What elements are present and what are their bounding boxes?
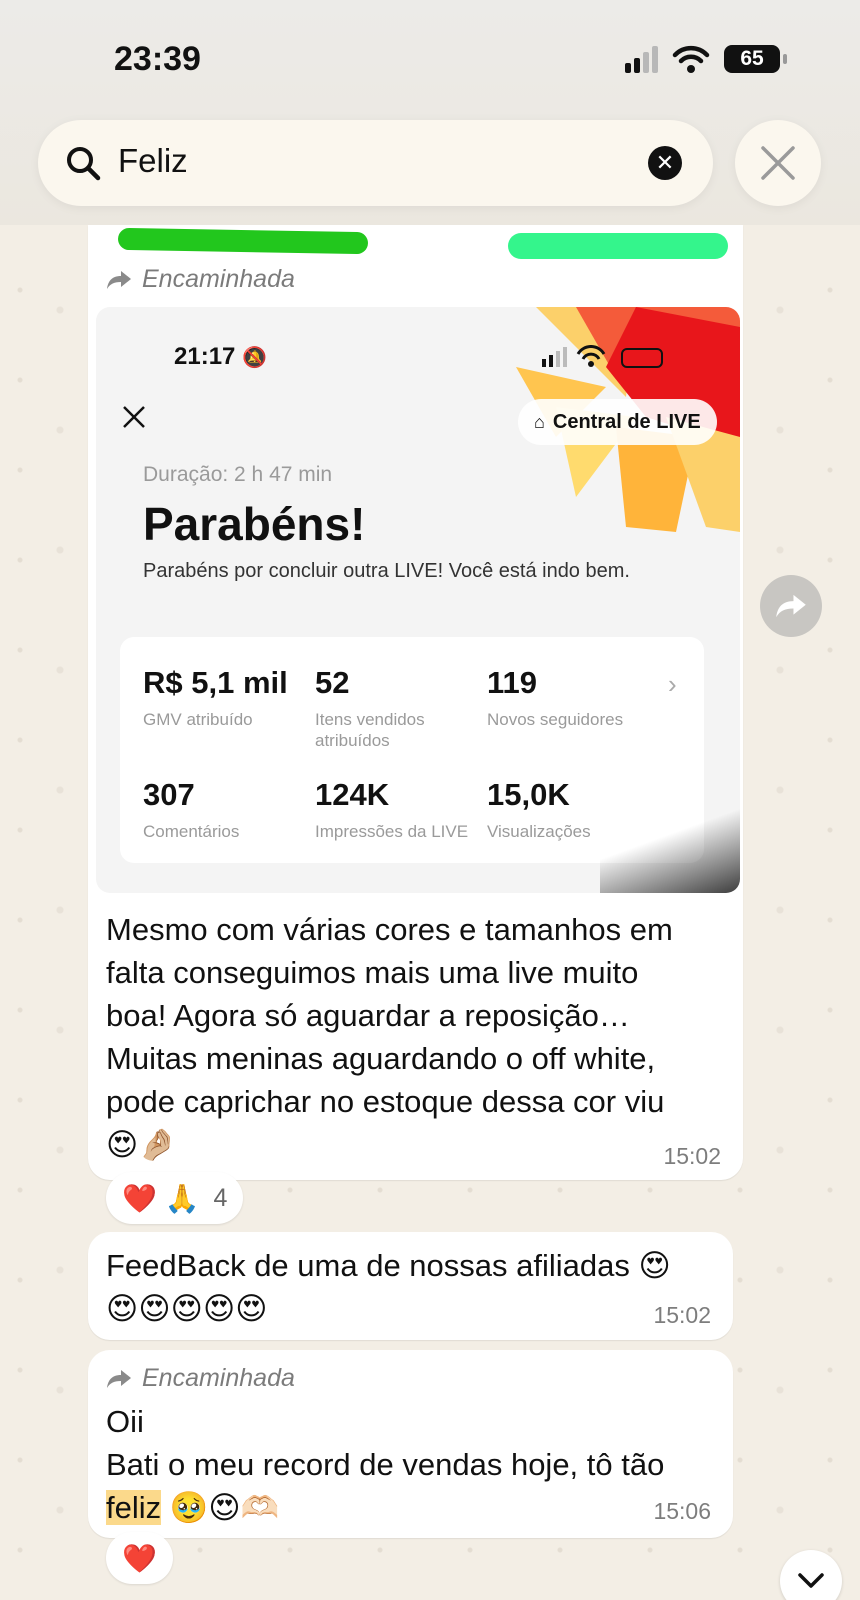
stat-gmv: R$ 5,1 mil GMV atribuído — [143, 665, 288, 729]
clear-search-icon[interactable]: ✕ — [648, 146, 682, 180]
home-icon: ⌂ — [534, 411, 545, 432]
search-input[interactable]: Feliz ✕ — [38, 120, 713, 206]
live-duration: Duração: 2 h 47 min — [143, 463, 333, 486]
stat-comments: 307 Comentários — [143, 777, 240, 841]
mute-icon: 🔕 — [242, 347, 267, 369]
close-search-button[interactable] — [735, 120, 821, 206]
message-line-3: feliz 🥹😍🫶🏻 — [106, 1486, 279, 1529]
stat-new-followers: 119 Novos seguidores — [487, 665, 624, 729]
battery-icon: 65 — [724, 45, 787, 73]
search-query: Feliz — [118, 142, 188, 179]
chevron-down-icon — [798, 1573, 824, 1588]
forwarded-label: Encaminhada — [106, 1364, 295, 1393]
message-line-2: Bati o meu record de vendas hoje, tô tão — [106, 1447, 665, 1482]
message-line-1: Oii — [106, 1404, 144, 1439]
message-bubble[interactable]: Encaminhada Oii Bati o meu record de ven… — [88, 1350, 733, 1538]
forwarded-text: Encaminhada — [142, 265, 295, 293]
image-bottom-shadow — [600, 803, 740, 893]
close-icon — [761, 146, 795, 180]
message-text: Mesmo com várias cores e tamanhos em fal… — [106, 908, 736, 1166]
stat-views: 15,0K Visualizações — [487, 777, 591, 841]
message-emojis: 😍😍😍😍😍 — [106, 1291, 268, 1326]
stat-impressions: 124K Impressões da LIVE — [315, 777, 469, 841]
shot-close-icon — [123, 406, 145, 428]
forwarded-text: Encaminhada — [142, 1364, 295, 1392]
forward-button[interactable] — [760, 575, 822, 637]
search-icon — [67, 147, 101, 181]
message-time: 15:06 — [653, 1498, 711, 1524]
message-bubble[interactable]: Encaminhada 21:17 🔕 ⌂ Central de LIVE Du… — [88, 225, 743, 1180]
reaction-count: 4 — [213, 1183, 228, 1212]
message-bubble[interactable]: FeedBack de uma de nossas afiliadas 😍 😍😍… — [88, 1232, 733, 1340]
reaction-emojis: ❤️ — [122, 1542, 157, 1574]
chevron-right-icon: › — [668, 669, 677, 699]
reaction-pill[interactable]: ❤️ — [106, 1532, 173, 1584]
status-icons: 65 — [625, 44, 787, 74]
search-highlight: feliz — [106, 1490, 162, 1525]
congrats-subtitle: Parabéns por concluir outra LIVE! Você e… — [143, 560, 630, 582]
forward-arrow-icon — [107, 270, 131, 289]
status-time: 23:39 — [114, 40, 201, 78]
wifi-icon — [672, 45, 710, 73]
congrats-title: Parabéns! — [143, 498, 366, 550]
reaction-emojis: ❤️ 🙏 — [122, 1182, 200, 1214]
message-time: 15:02 — [663, 1143, 721, 1169]
message-emojis: 🥹😍🫶🏻 — [169, 1490, 280, 1525]
shared-image[interactable]: 21:17 🔕 ⌂ Central de LIVE Duração: 2 h 4… — [96, 307, 740, 893]
live-center-button: ⌂ Central de LIVE — [518, 399, 717, 445]
redacted-sender-phone — [508, 233, 728, 259]
message-time: 15:02 — [653, 1302, 711, 1328]
forward-arrow-icon — [776, 594, 806, 618]
live-center-label: Central de LIVE — [552, 410, 701, 433]
shot-status-time: 21:17 🔕 — [174, 343, 267, 370]
forward-arrow-icon — [107, 1369, 131, 1388]
message-emojis: 😍🤌🏼 — [106, 1127, 177, 1162]
message-text: FeedBack de uma de nossas afiliadas 😍 — [106, 1248, 671, 1283]
cellular-signal-icon — [625, 45, 658, 73]
reaction-pill[interactable]: ❤️ 🙏 4 — [106, 1172, 244, 1224]
stat-items-sold: 52 Itens vendidos atribuídos — [315, 665, 425, 750]
top-area: 23:39 65 Feliz ✕ — [0, 0, 860, 225]
redacted-sender-name — [117, 227, 369, 255]
shot-status-icons — [542, 345, 663, 368]
forwarded-label: Encaminhada — [106, 265, 295, 294]
